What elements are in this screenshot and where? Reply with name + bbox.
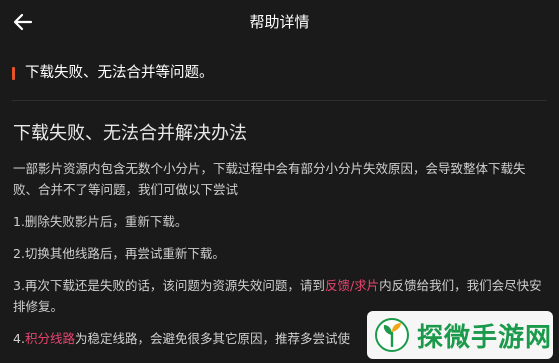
- article-title: 下载失败、无法合并解决办法: [13, 123, 247, 144]
- app-header: 帮助详情: [0, 0, 559, 44]
- article-intro: 一部影片资源内包含无数个小分片，下载过程中会有部分小分片失效原因，会导致整体下载…: [13, 161, 526, 197]
- watermark-text: 探微手游网: [417, 322, 553, 353]
- question-row: 下载失败、无法合并等问题。: [12, 62, 214, 84]
- step-2: 2.切换其他线路后，再尝试重新下载。: [13, 246, 225, 261]
- points-route-link[interactable]: 积分线路: [25, 331, 75, 346]
- divider: [12, 100, 547, 101]
- watermark-badge: 探微手游网: [367, 311, 553, 359]
- sprout-logo-icon: [375, 318, 409, 352]
- page-title: 帮助详情: [249, 13, 310, 31]
- question-text: 下载失败、无法合并等问题。: [25, 65, 214, 81]
- feedback-link[interactable]: 反馈/求片: [325, 278, 379, 293]
- step-1: 1.删除失败影片后，重新下载。: [13, 214, 188, 229]
- step-4-text-before: 4.: [13, 331, 25, 346]
- question-accent-bar: [12, 66, 15, 80]
- step-3-text-before: 3.再次下载还是失败的话，该问题为资源失效问题，请到: [13, 278, 325, 293]
- step-4-text-after: 为稳定线路，会避免很多其它原因，推荐多尝试使: [74, 331, 350, 346]
